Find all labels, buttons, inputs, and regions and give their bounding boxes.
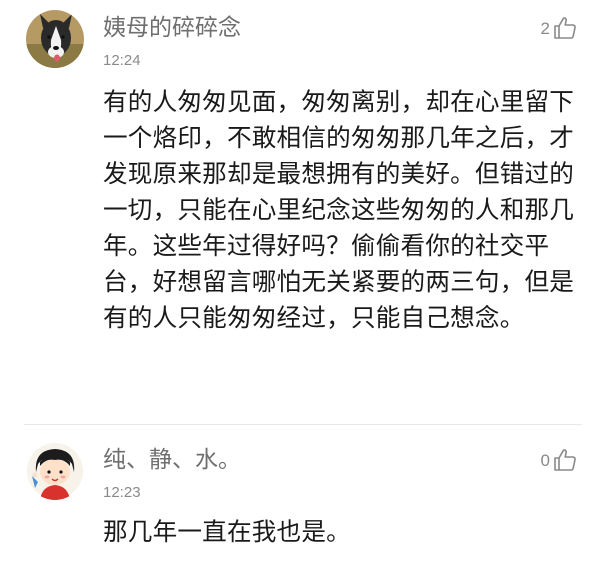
comment-item: 纯、静、水。 12:23 0 那几年一直在我也是。 <box>0 432 600 570</box>
thumbs-up-icon <box>554 17 576 39</box>
husky-dog-avatar-icon <box>26 10 84 68</box>
comment-timestamp: 12:24 <box>103 52 141 69</box>
like-count: 0 <box>540 450 550 470</box>
like-count: 2 <box>540 18 550 38</box>
thumbs-up-icon <box>554 449 576 471</box>
comment-text: 那几年一直在我也是。 <box>103 517 351 546</box>
cartoon-girl-avatar-icon <box>26 442 84 500</box>
like-button[interactable]: 2 <box>541 15 578 41</box>
username[interactable]: 纯、静、水。 <box>103 449 241 472</box>
comment-timestamp: 12:23 <box>103 484 141 501</box>
comment-item: 姨母的碎碎念 12:24 2 有的人匆匆见面，匆匆离别，却在心里留下一个烙印，不… <box>0 0 600 420</box>
user-avatar[interactable] <box>26 10 84 68</box>
username[interactable]: 姨母的碎碎念 <box>103 17 241 40</box>
like-button[interactable]: 0 <box>541 447 578 473</box>
user-avatar[interactable] <box>26 442 84 500</box>
divider <box>24 424 582 425</box>
comment-text: 有的人匆匆见面，匆匆离别，却在心里留下一个烙印，不敢相信的匆匆那几年之后，才发现… <box>103 87 575 332</box>
